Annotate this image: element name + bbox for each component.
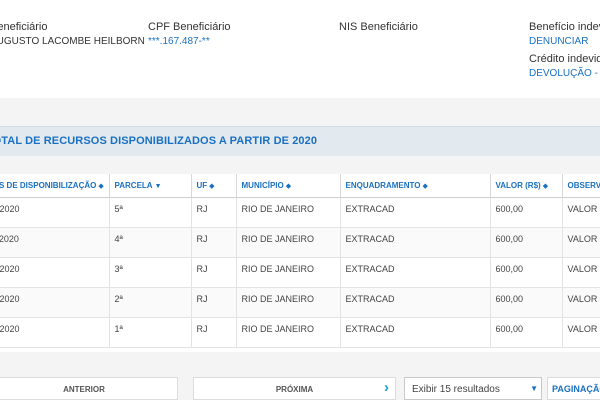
cell-value: 600,00 <box>490 257 563 288</box>
caret-down-icon: ▼ <box>530 384 538 393</box>
beneficiary-card: Beneficiário AUGUSTO LACOMBE HEILBORN CP… <box>0 0 600 98</box>
cell-uf: RJ <box>191 317 237 348</box>
cell-observation: VALOR DEVOLVIDO À UNIÃO <box>562 257 600 288</box>
credit-return-label: Crédito indevido? <box>529 53 600 65</box>
resources-table-container: MÊS DE DISPONIBILIZAÇÃO◆ PARCELA▼ UF◆ MU… <box>0 174 600 352</box>
col-header-parcel[interactable]: PARCELA ▼ <box>109 174 192 198</box>
beneficiary-cpf-label: CPF Beneficiário <box>148 21 231 33</box>
cell-framing: EXTRACAD <box>340 257 491 288</box>
cell-uf: RJ <box>191 287 237 318</box>
beneficiary-nis-field: NIS Beneficiário <box>339 20 418 34</box>
beneficiary-name-label: Beneficiário <box>0 21 48 33</box>
cell-observation: VALOR DEVOLVIDO À UNIÃO <box>562 317 600 348</box>
col-header-uf[interactable]: UF ◆ <box>191 174 237 198</box>
next-page-button[interactable]: PRÓXIMA › <box>193 377 396 400</box>
chevron-right-icon: › <box>384 379 389 396</box>
previous-page-label: ANTERIOR <box>63 385 105 394</box>
denunciar-link[interactable]: DENUNCIAR <box>529 35 600 48</box>
sort-down-icon: ▼ <box>154 183 162 190</box>
cell-city: RIO DE JANEIRO <box>236 317 341 348</box>
beneficiary-cpf-field: CPF Beneficiário ***.167.487-** <box>148 20 231 48</box>
table-row: 12/2020 5ª RJ RIO DE JANEIRO EXTRACAD 60… <box>0 197 600 228</box>
benefit-report-label: Benefício indevido? <box>529 21 600 33</box>
beneficiary-name-field: Beneficiário AUGUSTO LACOMBE HEILBORN <box>0 20 145 48</box>
cell-month: 08/2020 <box>0 317 110 348</box>
col-header-value[interactable]: VALOR (R$) ◆ <box>490 174 563 198</box>
cell-month: 09/2020 <box>0 287 110 318</box>
cell-parcel: 5ª <box>109 197 192 228</box>
cell-uf: RJ <box>191 257 237 288</box>
cell-parcel: 1ª <box>109 317 192 348</box>
cell-month: 12/2020 <box>0 197 110 228</box>
pagination-label: PAGINAÇÃO <box>552 384 600 394</box>
cell-framing: EXTRACAD <box>340 227 491 258</box>
cell-value: 600,00 <box>490 287 563 318</box>
sort-arrows-icon: ◆ <box>285 183 292 190</box>
cell-uf: RJ <box>191 197 237 228</box>
cell-value: 600,00 <box>490 317 563 348</box>
benefit-report-field: Benefício indevido? DENUNCIAR <box>529 20 600 48</box>
resources-table: MÊS DE DISPONIBILIZAÇÃO◆ PARCELA▼ UF◆ MU… <box>0 174 600 348</box>
table-row: 10/2020 3ª RJ RIO DE JANEIRO EXTRACAD 60… <box>0 257 600 288</box>
pagination-button[interactable]: PAGINAÇÃO <box>547 377 600 400</box>
beneficiary-cpf-value: ***.167.487-** <box>148 36 210 47</box>
cell-month: 10/2020 <box>0 257 110 288</box>
table-row: 09/2020 2ª RJ RIO DE JANEIRO EXTRACAD 60… <box>0 287 600 318</box>
devolucao-link[interactable]: DEVOLUÇÃO - CLIQUE AQUI <box>529 67 600 80</box>
cell-value: 600,00 <box>490 197 563 228</box>
table-header-row: MÊS DE DISPONIBILIZAÇÃO◆ PARCELA▼ UF◆ MU… <box>0 174 600 198</box>
cell-framing: EXTRACAD <box>340 197 491 228</box>
table-row: 08/2020 1ª RJ RIO DE JANEIRO EXTRACAD 60… <box>0 317 600 348</box>
section-header: TOTAL DE RECURSOS DISPONIBILIZADOS A PAR… <box>0 126 600 156</box>
cell-parcel: 2ª <box>109 287 192 318</box>
previous-page-button[interactable]: ANTERIOR <box>0 377 178 400</box>
sort-arrows-icon: ◆ <box>98 183 104 190</box>
page-size-select[interactable]: Exibir 15 resultados ▼ <box>404 377 542 400</box>
cell-framing: EXTRACAD <box>340 287 491 318</box>
next-page-label: PRÓXIMA <box>275 385 314 394</box>
col-header-framing[interactable]: ENQUADRAMENTO ◆ <box>340 174 491 198</box>
cell-month: 11/2020 <box>0 227 110 258</box>
cell-observation: VALOR DEVOLVIDO À UNIÃO <box>562 227 600 258</box>
cell-city: RIO DE JANEIRO <box>236 197 341 228</box>
beneficiary-name-value: AUGUSTO LACOMBE HEILBORN <box>0 36 145 47</box>
sort-arrows-icon: ◆ <box>542 183 549 190</box>
cell-framing: EXTRACAD <box>340 317 491 348</box>
beneficiary-nis-label: NIS Beneficiário <box>339 21 418 33</box>
sort-arrows-icon: ◆ <box>209 183 215 190</box>
table-row: 11/2020 4ª RJ RIO DE JANEIRO EXTRACAD 60… <box>0 227 600 258</box>
cell-city: RIO DE JANEIRO <box>236 287 341 318</box>
cell-city: RIO DE JANEIRO <box>236 227 341 258</box>
credit-return-field: Crédito indevido? DEVOLUÇÃO - CLIQUE AQU… <box>529 52 600 80</box>
col-header-month[interactable]: MÊS DE DISPONIBILIZAÇÃO◆ <box>0 174 110 198</box>
cell-uf: RJ <box>191 227 237 258</box>
sort-arrows-icon: ◆ <box>422 183 428 190</box>
cell-value: 600,00 <box>490 227 563 258</box>
cell-parcel: 3ª <box>109 257 192 288</box>
cell-observation: VALOR DEVOLVIDO À UNIÃO <box>562 287 600 318</box>
section-title: TOTAL DE RECURSOS DISPONIBILIZADOS A PAR… <box>0 135 318 147</box>
col-header-observation[interactable]: OBSERVAÇÃO <box>562 174 600 198</box>
col-header-city[interactable]: MUNICÍPIO ◆ <box>236 174 341 198</box>
cell-observation: VALOR DEVOLVIDO À UNIÃO <box>562 197 600 228</box>
page-size-value: Exibir 15 resultados <box>412 384 500 395</box>
cell-parcel: 4ª <box>109 227 192 258</box>
cell-city: RIO DE JANEIRO <box>236 257 341 288</box>
